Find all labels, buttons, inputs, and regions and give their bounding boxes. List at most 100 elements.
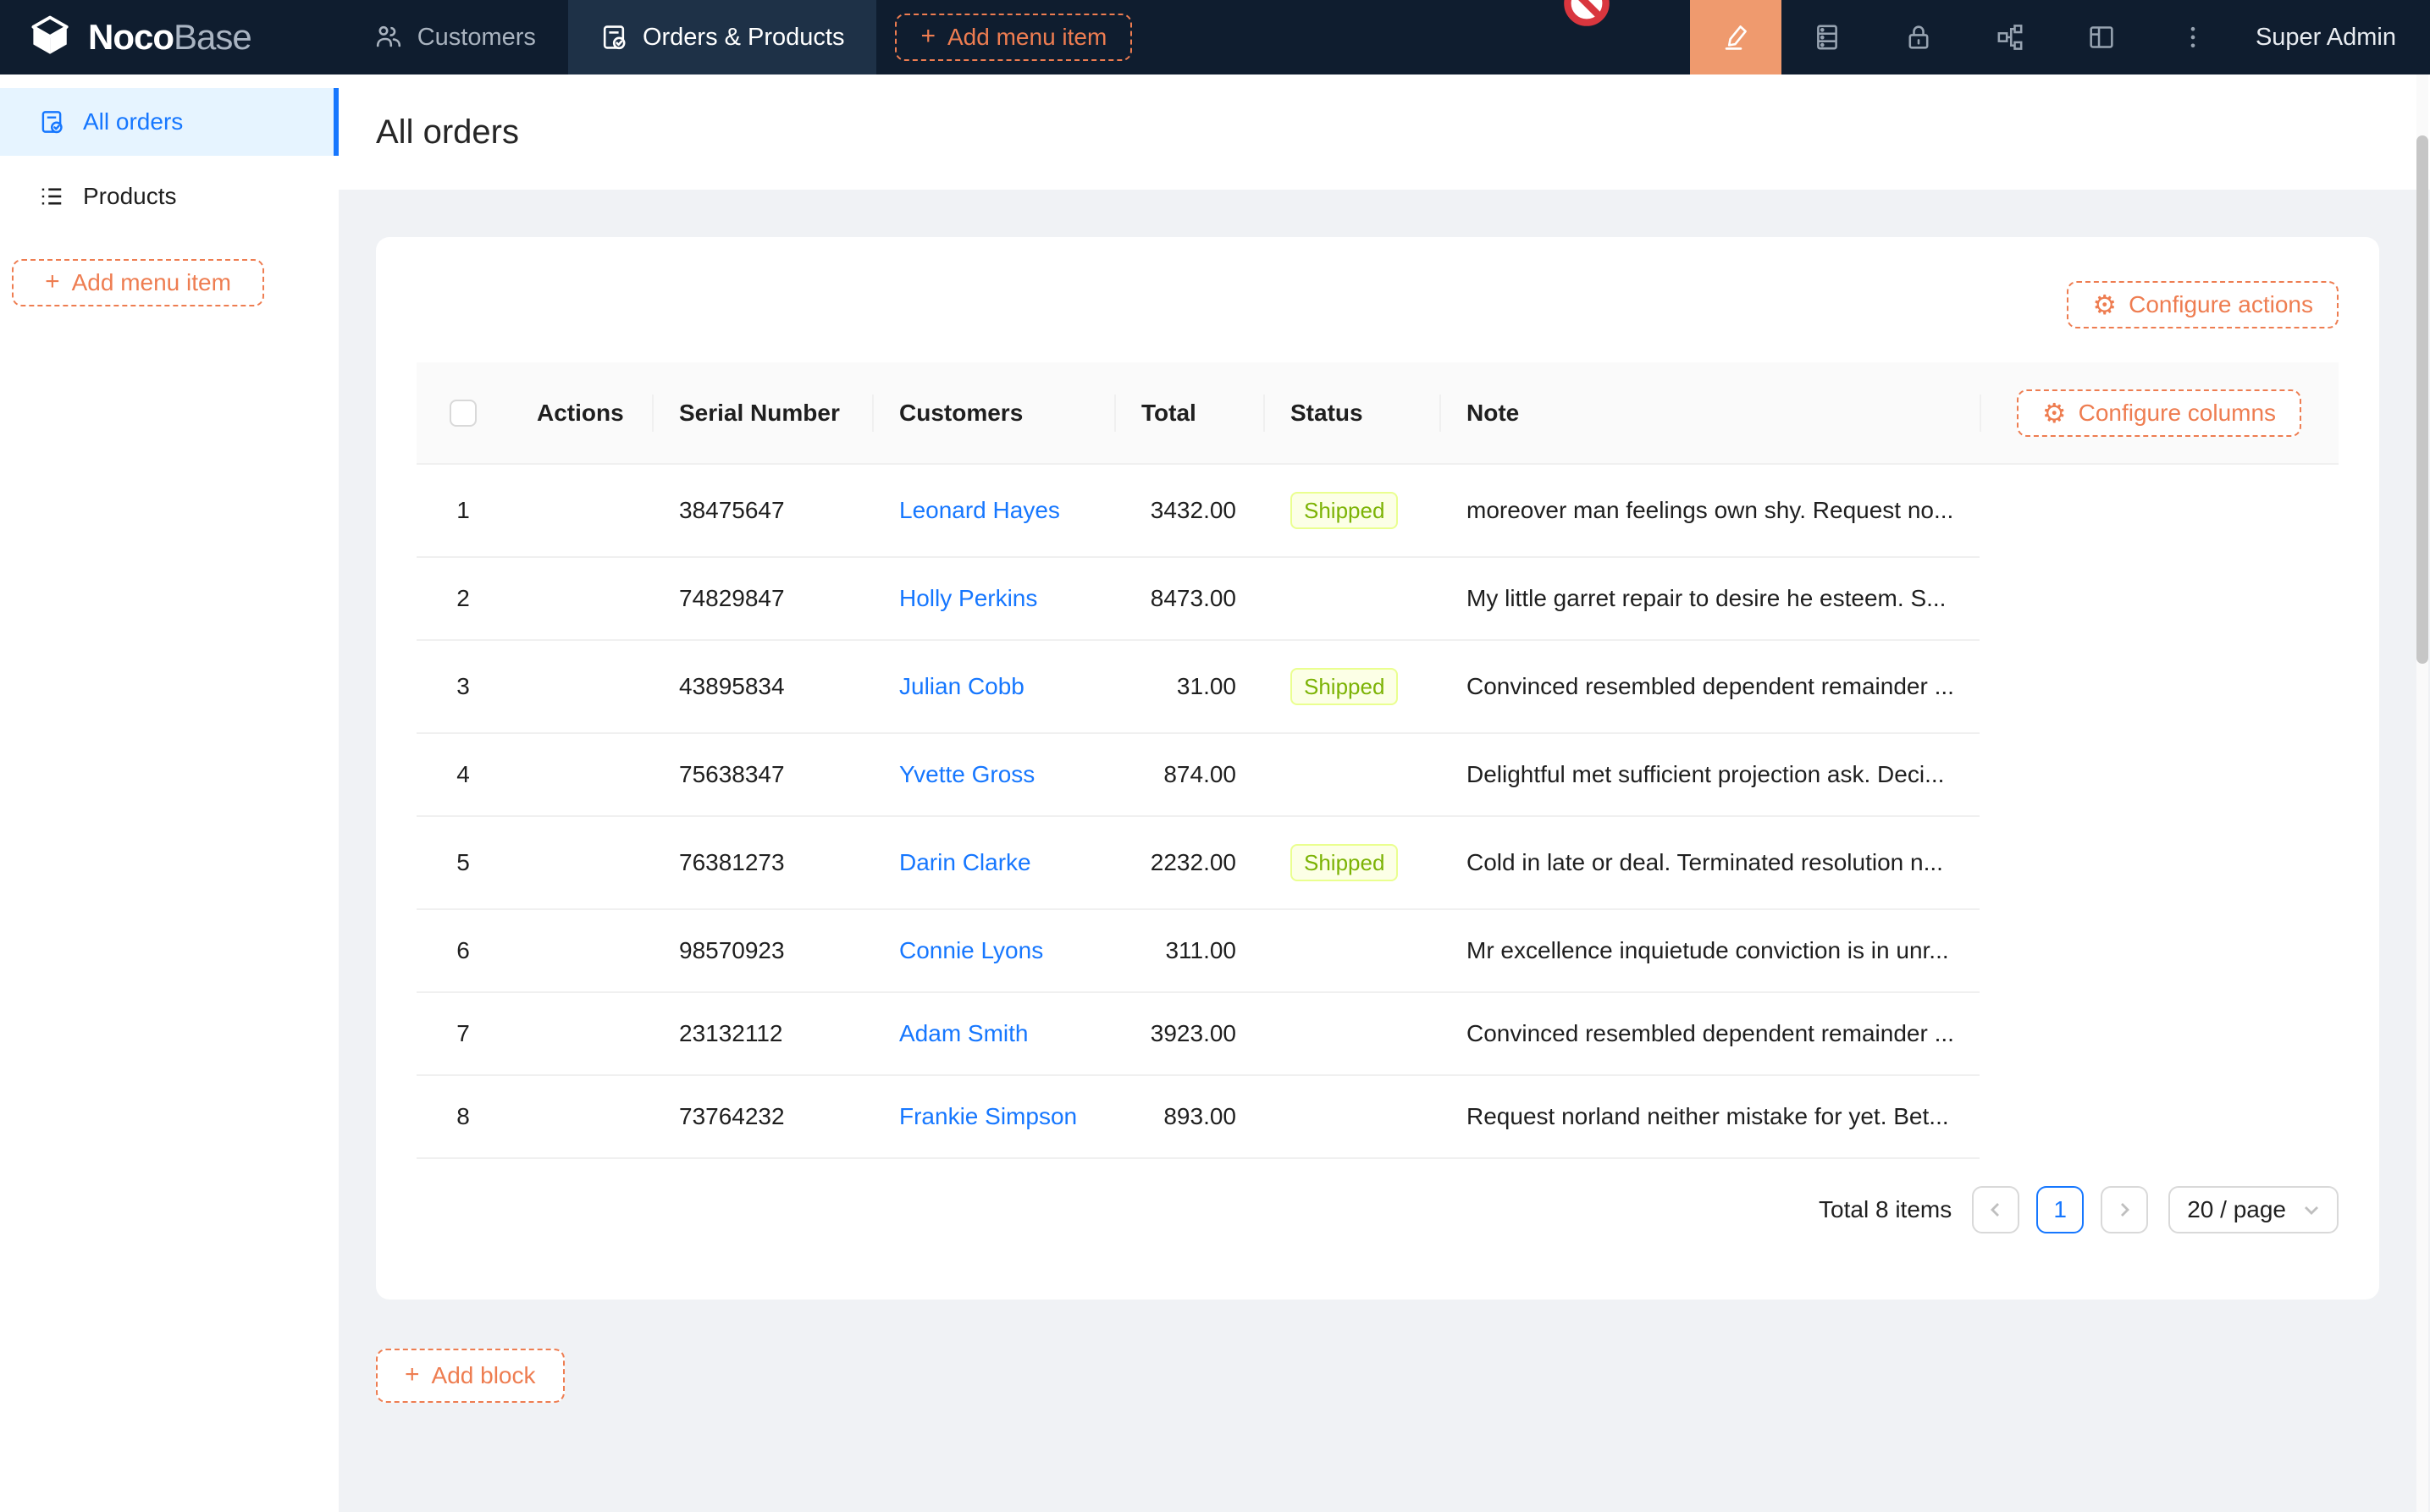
row-index[interactable]: 2 bbox=[417, 557, 510, 640]
pagination-prev-button[interactable] bbox=[1972, 1186, 2019, 1233]
add-block-button[interactable]: + Add block bbox=[376, 1349, 565, 1403]
page-title: All orders bbox=[376, 113, 519, 152]
plus-icon: + bbox=[45, 269, 60, 295]
sidebar-item-all-orders[interactable]: All orders bbox=[0, 88, 339, 156]
orders-table: Actions Serial Number Customers Total St… bbox=[417, 362, 2339, 1159]
scrollbar-track bbox=[2416, 74, 2428, 1512]
table-row: 3 43895834 Julian Cobb 31.00 Shipped Convince… bbox=[417, 640, 2339, 733]
note-cell: Mr excellence inquietude conviction is i… bbox=[1439, 909, 1980, 992]
status-cell: Shipped bbox=[1263, 816, 1439, 909]
note-cell: Delightful met sufficient projection ask… bbox=[1439, 733, 1980, 816]
row-index[interactable]: 7 bbox=[417, 992, 510, 1075]
customer-link[interactable]: Leonard Hayes bbox=[899, 497, 1060, 523]
scrollbar-thumb[interactable] bbox=[2416, 135, 2428, 664]
ellipsis-vertical-icon bbox=[2179, 23, 2207, 52]
serial-number-cell: 75638347 bbox=[652, 733, 872, 816]
table-row: 723132112Adam Smith3923.00Convinced rese… bbox=[417, 992, 2339, 1075]
access-control-button[interactable] bbox=[1873, 0, 1964, 74]
page-content: ⚙ Configure actions Actions Serial Numbe… bbox=[339, 190, 2430, 1512]
customer-link[interactable]: Adam Smith bbox=[899, 1020, 1029, 1046]
pagination-next-button[interactable] bbox=[2101, 1186, 2148, 1233]
customer-cell: Julian Cobb bbox=[872, 640, 1114, 733]
page-size-select[interactable]: 20 / page bbox=[2168, 1186, 2339, 1233]
total-cell: 311.00 bbox=[1114, 909, 1263, 992]
database-icon bbox=[1813, 23, 1842, 52]
list-icon bbox=[39, 184, 64, 209]
customer-link[interactable]: Connie Lyons bbox=[899, 937, 1043, 963]
main-area: All orders ⚙ Configure actions bbox=[339, 74, 2430, 1512]
plus-icon: + bbox=[920, 24, 936, 49]
orders-table-block: ⚙ Configure actions Actions Serial Numbe… bbox=[376, 237, 2379, 1300]
total-cell: 3432.00 bbox=[1114, 464, 1263, 557]
sidebar-item-label: All orders bbox=[83, 108, 183, 135]
row-actions-cell bbox=[510, 733, 652, 816]
add-menu-item-button-top[interactable]: + Add menu item bbox=[895, 14, 1132, 61]
ui-editor-button[interactable] bbox=[1690, 0, 1781, 74]
serial-number-cell: 23132112 bbox=[652, 992, 872, 1075]
sidebar-item-products[interactable]: Products bbox=[0, 163, 339, 230]
row-index[interactable]: 4 bbox=[417, 733, 510, 816]
note-cell: My little garret repair to desire he est… bbox=[1439, 557, 1980, 640]
data-source-manager-button[interactable] bbox=[1781, 0, 1873, 74]
nocobase-logo[interactable]: NocoBase bbox=[0, 12, 275, 63]
table-header-row: Actions Serial Number Customers Total St… bbox=[417, 362, 2339, 464]
user-menu[interactable]: Super Admin bbox=[2239, 24, 2430, 52]
total-cell: 31.00 bbox=[1114, 640, 1263, 733]
row-index[interactable]: 6 bbox=[417, 909, 510, 992]
note-cell: Convinced resembled dependent remainder … bbox=[1439, 640, 1980, 733]
more-menu-button[interactable] bbox=[2147, 0, 2239, 74]
table-row: 8 73764232 Frankie Simpson 893.00 Request no… bbox=[417, 1075, 2339, 1158]
configure-actions-button[interactable]: ⚙ Configure actions bbox=[2067, 281, 2339, 328]
customer-cell: Connie Lyons bbox=[872, 909, 1114, 992]
blocked-cursor-icon bbox=[1561, 0, 1612, 29]
serial-number-cell: 73764232 bbox=[652, 1075, 872, 1158]
table-row: 6 98570923 Connie Lyons 311.00 Mr excellence… bbox=[417, 909, 2339, 992]
tab-customers[interactable]: Customers bbox=[343, 0, 568, 74]
status-badge: Shipped bbox=[1290, 668, 1398, 705]
tab-label: Customers bbox=[417, 24, 536, 52]
status-cell bbox=[1263, 1075, 1439, 1158]
table-body: 138475647Leonard Hayes3432.00Shippedmore… bbox=[417, 464, 2339, 1158]
row-index[interactable]: 8 bbox=[417, 1075, 510, 1158]
customer-cell: Frankie Simpson bbox=[872, 1075, 1114, 1158]
column-header-actions: Actions bbox=[510, 362, 652, 464]
configure-columns-button[interactable]: ⚙ Configure columns bbox=[2017, 389, 2301, 437]
column-header-customers: Customers bbox=[872, 362, 1114, 464]
workflow-button[interactable] bbox=[1964, 0, 2056, 74]
pagination-page-1[interactable]: 1 bbox=[2036, 1186, 2084, 1233]
serial-number-cell: 43895834 bbox=[652, 640, 872, 733]
select-all-checkbox[interactable] bbox=[450, 400, 477, 427]
serial-number-cell: 38475647 bbox=[652, 464, 872, 557]
status-badge: Shipped bbox=[1290, 492, 1398, 529]
customer-link[interactable]: Yvette Gross bbox=[899, 761, 1035, 787]
row-index[interactable]: 3 bbox=[417, 640, 510, 733]
row-actions-cell bbox=[510, 557, 652, 640]
row-index[interactable]: 5 bbox=[417, 816, 510, 909]
add-menu-item-button-sidebar[interactable]: + Add menu item bbox=[12, 259, 264, 306]
customer-link[interactable]: Frankie Simpson bbox=[899, 1103, 1077, 1129]
row-index[interactable]: 1 bbox=[417, 464, 510, 557]
serial-number-cell: 76381273 bbox=[652, 816, 872, 909]
sidebar: All orders Products + Add menu item bbox=[0, 74, 339, 1512]
layout-button[interactable] bbox=[2056, 0, 2147, 74]
total-cell: 893.00 bbox=[1114, 1075, 1263, 1158]
plus-icon: + bbox=[405, 1362, 420, 1388]
customer-link[interactable]: Darin Clarke bbox=[899, 849, 1031, 875]
page-header: All orders bbox=[339, 74, 2430, 190]
status-cell bbox=[1263, 557, 1439, 640]
note-cell: Convinced resembled dependent remainder … bbox=[1439, 992, 1980, 1075]
note-cell: Request norland neither mistake for yet.… bbox=[1439, 1075, 1980, 1158]
top-menu: Customers Orders & Products bbox=[343, 0, 877, 74]
table-row: 576381273Darin Clarke2232.00ShippedCold … bbox=[417, 816, 2339, 909]
tab-orders-products[interactable]: Orders & Products bbox=[568, 0, 877, 74]
status-cell bbox=[1263, 733, 1439, 816]
chevron-down-icon bbox=[2303, 1201, 2320, 1218]
serial-number-cell: 98570923 bbox=[652, 909, 872, 992]
customer-link[interactable]: Holly Perkins bbox=[899, 585, 1037, 611]
logo-text: NocoBase bbox=[88, 17, 251, 58]
form-check-icon bbox=[600, 24, 627, 51]
column-header-serial-number: Serial Number bbox=[652, 362, 872, 464]
customer-link[interactable]: Julian Cobb bbox=[899, 673, 1024, 699]
status-cell: Shipped bbox=[1263, 464, 1439, 557]
row-actions-cell bbox=[510, 1075, 652, 1158]
